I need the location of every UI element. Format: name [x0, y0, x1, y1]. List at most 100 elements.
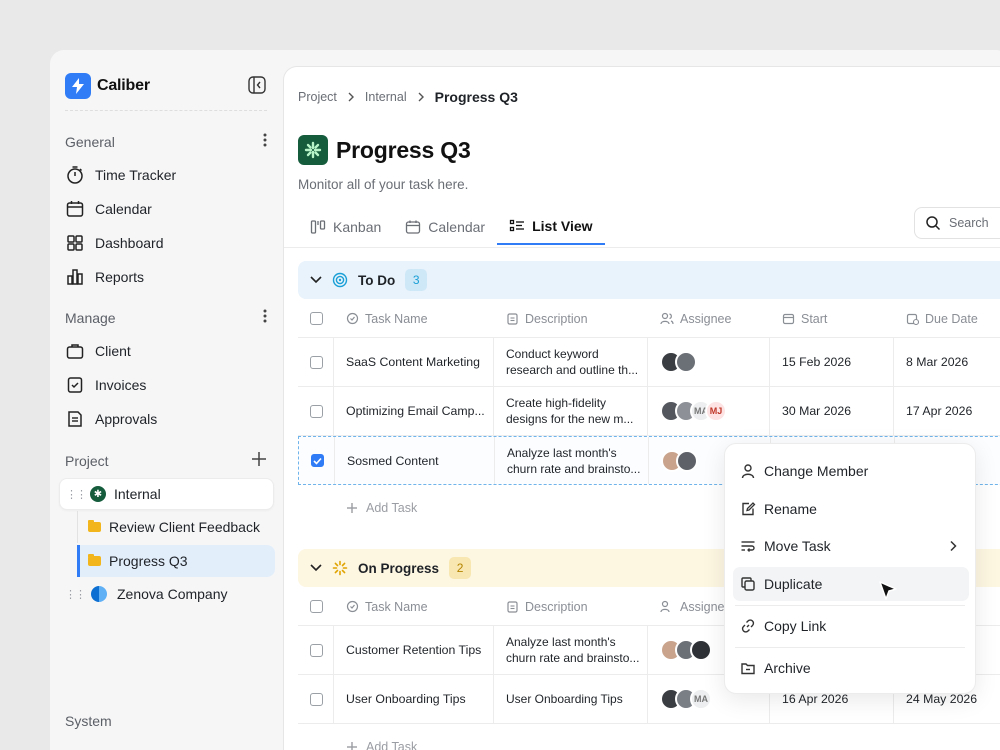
breadcrumb-item[interactable]: Internal — [365, 90, 407, 104]
select-all-checkbox[interactable] — [310, 600, 323, 613]
menu-item-copy-link[interactable]: Copy Link — [733, 609, 969, 643]
link-icon — [741, 619, 755, 633]
tab-calendar[interactable]: Calendar — [393, 209, 497, 245]
section-label: Project — [65, 452, 109, 469]
group-name: To Do — [358, 272, 396, 288]
add-icon[interactable] — [251, 451, 267, 470]
column-assignee[interactable]: Assignee — [648, 300, 770, 337]
row-checkbox-checked[interactable] — [311, 454, 324, 467]
column-label: Task Name — [365, 599, 428, 614]
row-checkbox[interactable] — [310, 643, 323, 657]
avatar — [675, 351, 697, 373]
sidebar-item-label: Dashboard — [95, 235, 164, 251]
clipboard-icon — [507, 601, 518, 613]
context-menu: Change Member Rename Move Task Duplicate… — [724, 443, 976, 694]
briefcase-icon — [66, 344, 84, 359]
sidebar-collapse-icon[interactable] — [248, 76, 266, 94]
sidebar-item-progress-q3[interactable]: Progress Q3 — [77, 545, 275, 577]
sidebar-item-label: Approvals — [95, 411, 158, 427]
chevron-down-icon[interactable] — [310, 564, 322, 572]
sidebar-item-review-client-feedback[interactable]: Review Client Feedback — [77, 511, 275, 543]
sidebar-item-reports[interactable]: Reports — [65, 262, 275, 292]
tab-kanban[interactable]: Kanban — [298, 209, 393, 245]
start-date-cell: 15 Feb 2026 — [770, 338, 894, 386]
row-checkbox[interactable] — [310, 404, 323, 418]
column-start[interactable]: Start — [770, 300, 894, 337]
row-check-cell — [298, 387, 334, 435]
section-project: Project — [65, 451, 267, 470]
column-task-name[interactable]: Task Name — [334, 300, 494, 337]
avatar-initials: MA — [690, 688, 712, 710]
menu-divider — [735, 647, 965, 648]
list-view-icon — [509, 219, 525, 232]
add-task-label: Add Task — [366, 740, 418, 750]
row-checkbox[interactable] — [310, 355, 323, 369]
add-task-button[interactable]: Add Task — [346, 501, 417, 515]
sidebar-item-time-tracker[interactable]: Time Tracker — [65, 160, 275, 190]
menu-item-archive[interactable]: Archive — [733, 651, 969, 685]
assignee-cell[interactable]: MA MJ — [648, 387, 770, 435]
drag-handle-icon[interactable]: ⋮⋮ — [66, 488, 87, 501]
drag-handle-icon[interactable]: ⋮⋮ — [65, 588, 86, 601]
divider — [284, 247, 1000, 248]
sidebar-item-invoices[interactable]: Invoices — [65, 370, 275, 400]
section-system: System — [65, 713, 267, 729]
folder-icon — [88, 520, 101, 532]
logo[interactable]: Caliber — [65, 73, 150, 99]
sidebar-item-label: Reports — [95, 269, 145, 285]
internal-logo-icon: ✱ — [90, 486, 106, 502]
menu-item-move-task[interactable]: Move Task — [733, 529, 969, 563]
more-vertical-icon[interactable] — [263, 309, 267, 326]
sidebar-item-label: Time Tracker — [95, 167, 177, 183]
assignee-cell[interactable] — [648, 338, 770, 386]
description-line: churn rate and brainsto... — [506, 651, 640, 665]
plus-icon — [347, 503, 357, 513]
search-input[interactable]: Search — [914, 207, 1000, 239]
column-label: Task Name — [365, 311, 428, 326]
sidebar-item-label: Client — [95, 343, 131, 359]
task-name-cell: Optimizing Email Camp... — [334, 387, 494, 435]
select-all-cell — [298, 300, 334, 337]
column-task-name[interactable]: Task Name — [334, 588, 494, 625]
task-name-cell: SaaS Content Marketing — [334, 338, 494, 386]
column-description[interactable]: Description — [494, 300, 648, 337]
chevron-down-icon[interactable] — [310, 276, 322, 284]
breadcrumb-item[interactable]: Project — [298, 90, 337, 104]
task-name-cell: Customer Retention Tips — [334, 626, 494, 674]
project-logo-icon — [298, 135, 328, 165]
menu-item-duplicate[interactable]: Duplicate — [733, 567, 969, 601]
menu-item-rename[interactable]: Rename — [733, 492, 969, 526]
column-description[interactable]: Description — [494, 588, 648, 625]
sidebar-item-client[interactable]: Client — [65, 336, 275, 366]
select-all-cell — [298, 588, 334, 625]
app-name: Caliber — [97, 77, 150, 94]
column-label: Assignee — [680, 311, 732, 326]
plus-icon — [347, 742, 357, 750]
description-line: churn rate and brainsto... — [507, 461, 641, 476]
row-check-cell — [298, 626, 334, 674]
avatar-initials: MJ — [705, 400, 727, 422]
description-cell: Conduct keyword research and outline th..… — [494, 338, 648, 386]
tab-list-view[interactable]: List View — [497, 209, 605, 245]
row-checkbox[interactable] — [310, 692, 323, 706]
group-header-todo[interactable]: To Do 3 — [298, 261, 1000, 299]
sidebar-item-internal[interactable]: ⋮⋮ ✱ Internal — [59, 478, 274, 510]
menu-label: Copy Link — [764, 618, 827, 634]
document-icon — [68, 411, 82, 427]
add-task-button[interactable]: Add Task — [346, 740, 417, 750]
table-row[interactable]: Optimizing Email Camp... Create high-fid… — [298, 387, 1000, 436]
menu-item-change-member[interactable]: Change Member — [733, 454, 969, 488]
chevron-right-icon — [418, 92, 424, 102]
select-all-checkbox[interactable] — [310, 312, 323, 325]
sidebar-item-dashboard[interactable]: Dashboard — [65, 228, 275, 258]
group-count-badge: 2 — [449, 557, 472, 579]
sidebar-item-approvals[interactable]: Approvals — [65, 404, 275, 434]
sidebar-item-label: Calendar — [95, 201, 152, 217]
breadcrumb-current: Progress Q3 — [434, 89, 518, 105]
column-due-date[interactable]: Due Date — [894, 300, 1000, 337]
more-vertical-icon[interactable] — [263, 133, 267, 150]
sidebar-item-calendar[interactable]: Calendar — [65, 194, 275, 224]
table-row[interactable]: SaaS Content Marketing Conduct keyword re… — [298, 338, 1000, 387]
tab-label: List View — [532, 218, 593, 234]
sidebar-item-zenova-company[interactable]: ⋮⋮ Zenova Company — [59, 579, 269, 609]
